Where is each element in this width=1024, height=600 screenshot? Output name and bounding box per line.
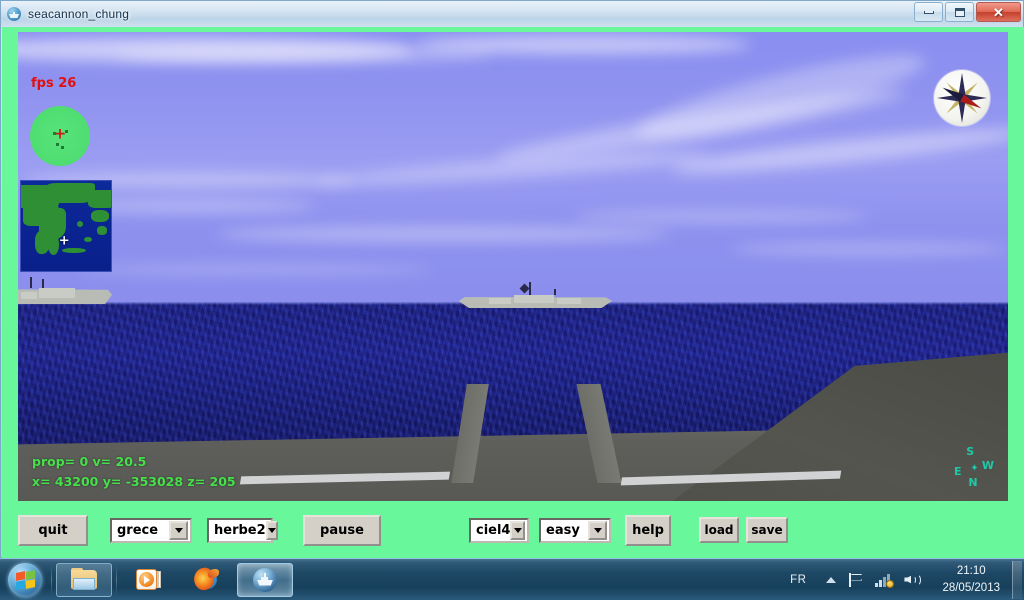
difficulty-select-value: easy xyxy=(546,522,580,538)
game-viewport[interactable]: fps 26 + + prop= 0 v= 20.5 x= 43200 y= -… xyxy=(18,32,1008,501)
chevron-down-icon[interactable] xyxy=(169,520,188,540)
heading-south-label: S xyxy=(966,445,975,458)
show-hidden-icons-button[interactable] xyxy=(826,576,837,583)
show-desktop-button[interactable] xyxy=(1012,560,1022,599)
windows-logo-icon xyxy=(8,562,42,597)
system-tray: FR 21:10 28/05/2013 xyxy=(790,559,1024,600)
taskbar-divider xyxy=(116,564,117,595)
terrain-select[interactable]: herbe2 xyxy=(207,517,278,543)
minimap-greece: + xyxy=(20,180,112,272)
pause-button[interactable]: pause xyxy=(303,514,381,546)
window-title: seacannon_chung xyxy=(28,7,130,21)
telemetry-speed: prop= 0 v= 20.5 xyxy=(32,454,147,470)
taskbar-item-windows-media-player[interactable] xyxy=(121,563,177,597)
chevron-down-icon[interactable] xyxy=(510,520,525,540)
window-buttons: ✕ xyxy=(914,2,1021,22)
telemetry-position: x= 43200 y= -353028 z= 205 xyxy=(32,473,236,489)
taskbar-item-seacannon-chung[interactable] xyxy=(237,562,293,597)
heading-east-label: E xyxy=(954,464,962,478)
volume-icon[interactable] xyxy=(904,573,922,587)
ship-globe-icon xyxy=(251,567,279,593)
clock-date: 28/05/2013 xyxy=(942,581,1000,594)
close-button[interactable]: ✕ xyxy=(976,2,1021,22)
ship-globe-icon xyxy=(6,6,22,22)
minimap-position-marker: + xyxy=(58,233,70,249)
clock[interactable]: 21:10 28/05/2013 xyxy=(942,563,1000,596)
distant-warship-center xyxy=(458,282,612,309)
heading-west-label: W xyxy=(981,459,994,473)
fps-counter: fps 26 xyxy=(31,76,77,91)
chevron-down-icon[interactable] xyxy=(588,520,607,540)
screen: seacannon_chung ✕ fps 26 + + prop= 0 v= … xyxy=(0,0,1024,600)
near-warship-left xyxy=(18,277,113,305)
maximize-icon xyxy=(954,7,965,17)
action-center-flag-icon[interactable] xyxy=(848,572,863,587)
heading-indicator: S W E N ✦ xyxy=(950,445,996,489)
minimize-button[interactable] xyxy=(914,2,943,22)
telemetry-readout: prop= 0 v= 20.5 x= 43200 y= -353028 z= 2… xyxy=(32,452,236,491)
clock-time: 21:10 xyxy=(956,564,986,577)
taskbar-divider xyxy=(51,564,52,595)
difficulty-select[interactable]: easy xyxy=(539,517,611,543)
taskbar-item-windows-explorer[interactable] xyxy=(56,562,112,597)
application-body: fps 26 + + prop= 0 v= 20.5 x= 43200 y= -… xyxy=(2,27,1024,558)
quit-button[interactable]: quit xyxy=(18,514,88,546)
compass-rose xyxy=(934,70,990,126)
load-button[interactable]: load xyxy=(699,517,739,543)
sky-select[interactable]: ciel4 xyxy=(469,517,529,543)
media-player-icon xyxy=(136,568,162,592)
firefox-icon xyxy=(191,565,220,593)
folder-icon xyxy=(70,567,98,592)
control-bar: quit grece herbe2 pause ciel4 easy help … xyxy=(2,502,1024,558)
network-icon[interactable] xyxy=(875,573,895,588)
chevron-down-icon[interactable] xyxy=(265,520,278,540)
map-select-value: grece xyxy=(117,522,159,538)
taskbar-item-mozilla-firefox[interactable] xyxy=(179,563,235,597)
heading-pointer-icon: ✦ xyxy=(970,463,979,475)
radar-display: + xyxy=(30,106,90,166)
minimize-icon xyxy=(923,10,934,14)
sky-select-value: ciel4 xyxy=(476,522,511,538)
start-button[interactable] xyxy=(2,561,48,599)
sky xyxy=(18,32,1008,302)
maximize-button[interactable] xyxy=(945,2,974,22)
taskbar: FR 21:10 28/05/2013 xyxy=(0,558,1024,600)
save-button[interactable]: save xyxy=(746,517,788,543)
application-window: seacannon_chung ✕ fps 26 + + prop= 0 v= … xyxy=(0,0,1024,558)
map-select[interactable]: grece xyxy=(110,517,192,543)
language-indicator[interactable]: FR xyxy=(790,574,806,586)
heading-north-label: N xyxy=(968,476,978,489)
close-icon: ✕ xyxy=(993,4,1004,20)
terrain-select-value: herbe2 xyxy=(214,522,266,538)
title-bar[interactable]: seacannon_chung ✕ xyxy=(1,1,1023,27)
help-button[interactable]: help xyxy=(625,514,671,546)
